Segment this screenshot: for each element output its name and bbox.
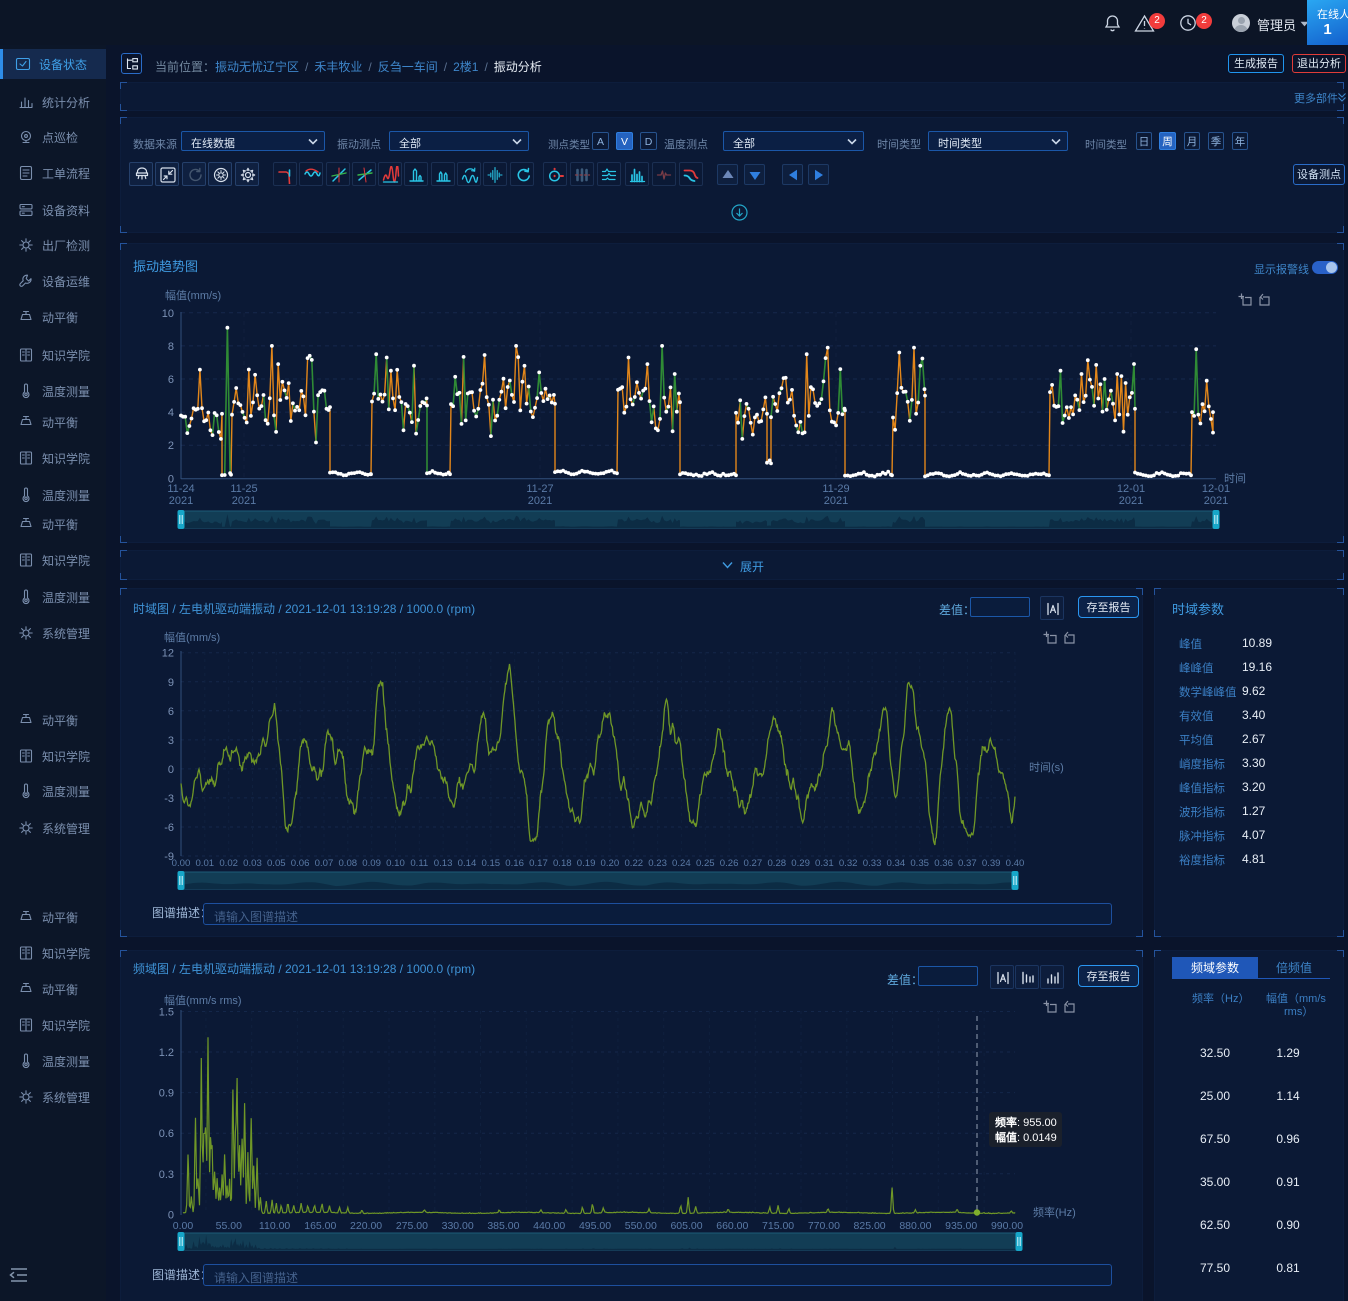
svg-text:11-27: 11-27 [526,483,553,495]
svg-text:1.5: 1.5 [159,1007,174,1019]
svg-text:0.29: 0.29 [791,858,810,869]
svg-text:2: 2 [168,440,174,452]
svg-text:12: 12 [162,648,174,660]
svg-text:0.00: 0.00 [172,858,191,869]
svg-text:0.6: 0.6 [159,1128,174,1140]
svg-text:10: 10 [162,308,174,320]
svg-text:0.03: 0.03 [243,858,262,869]
svg-text:0.10: 0.10 [386,858,405,869]
svg-text:0.02: 0.02 [219,858,238,869]
svg-text:0.32: 0.32 [839,858,858,869]
svg-text:0.09: 0.09 [362,858,381,869]
svg-text:时间: 时间 [1224,472,1246,485]
svg-text:6: 6 [168,706,174,718]
svg-text:880.00: 880.00 [899,1220,931,1232]
svg-text:3: 3 [168,735,174,747]
svg-text:0.07: 0.07 [315,858,334,869]
svg-text:220.00: 220.00 [350,1220,382,1232]
svg-text:0.36: 0.36 [934,858,953,869]
svg-text:0.40: 0.40 [1006,858,1025,869]
svg-text:时间(s): 时间(s) [1029,761,1064,774]
svg-text:11-24: 11-24 [167,483,194,495]
svg-text:2021: 2021 [824,495,848,507]
svg-text:12-01: 12-01 [1117,483,1145,495]
svg-text:2021: 2021 [1204,495,1228,507]
svg-text:0.25: 0.25 [696,858,715,869]
svg-text:0.05: 0.05 [267,858,286,869]
svg-text:幅值: 0.0149: 幅值: 0.0149 [995,1130,1057,1144]
svg-text:825.00: 825.00 [854,1220,886,1232]
svg-text:11-29: 11-29 [822,483,849,495]
svg-text:935.00: 935.00 [945,1220,977,1232]
svg-text:770.00: 770.00 [808,1220,840,1232]
svg-text:330.00: 330.00 [442,1220,474,1232]
svg-text:0.33: 0.33 [863,858,882,869]
svg-text:-3: -3 [164,793,174,805]
svg-text:0.20: 0.20 [601,858,620,869]
svg-text:频率(Hz): 频率(Hz) [1033,1205,1076,1219]
svg-text:0.39: 0.39 [982,858,1001,869]
svg-text:0.06: 0.06 [291,858,310,869]
svg-text:275.00: 275.00 [396,1220,428,1232]
svg-text:0.13: 0.13 [434,858,453,869]
svg-text:440.00: 440.00 [533,1220,565,1232]
svg-text:605.00: 605.00 [670,1220,702,1232]
svg-text:2021: 2021 [232,495,256,507]
svg-text:0.23: 0.23 [648,858,667,869]
svg-text:0.9: 0.9 [159,1088,174,1100]
svg-text:385.00: 385.00 [487,1220,519,1232]
svg-text:550.00: 550.00 [625,1220,657,1232]
svg-text:0.19: 0.19 [577,858,596,869]
svg-text:0.34: 0.34 [887,858,906,869]
svg-text:2021: 2021 [169,495,193,507]
svg-text:8: 8 [168,341,174,353]
svg-text:0.22: 0.22 [624,858,643,869]
svg-text:990.00: 990.00 [991,1220,1023,1232]
svg-text:0.00: 0.00 [173,1220,194,1232]
svg-text:0.28: 0.28 [767,858,786,869]
svg-text:0.26: 0.26 [720,858,739,869]
svg-text:2021: 2021 [528,495,552,507]
svg-text:0: 0 [168,764,174,776]
svg-text:0.15: 0.15 [481,858,500,869]
svg-text:0.24: 0.24 [672,858,691,869]
svg-text:0.31: 0.31 [815,858,834,869]
svg-text:110.00: 110.00 [259,1220,290,1232]
svg-text:0.16: 0.16 [505,858,524,869]
svg-text:0.3: 0.3 [159,1169,174,1181]
svg-text:495.00: 495.00 [579,1220,611,1232]
svg-text:0.11: 0.11 [410,858,428,869]
svg-text:165.00: 165.00 [304,1220,336,1232]
svg-text:0.18: 0.18 [553,858,572,869]
svg-text:0.14: 0.14 [458,858,477,869]
svg-text:11-25: 11-25 [230,483,257,495]
svg-text:660.00: 660.00 [716,1220,748,1232]
svg-text:6: 6 [168,374,174,386]
svg-text:0.17: 0.17 [529,858,548,869]
svg-text:0.37: 0.37 [958,858,977,869]
svg-text:9: 9 [168,677,174,689]
svg-text:0.01: 0.01 [195,858,214,869]
svg-text:0.27: 0.27 [744,858,763,869]
svg-text:-6: -6 [164,822,174,834]
svg-text:55.00: 55.00 [216,1220,242,1232]
svg-text:0.35: 0.35 [910,858,929,869]
svg-text:4: 4 [168,407,174,419]
svg-text:1.2: 1.2 [159,1047,174,1059]
svg-text:2021: 2021 [1119,495,1143,507]
svg-text:715.00: 715.00 [762,1220,794,1232]
svg-text:0.08: 0.08 [338,858,357,869]
svg-text:频率: 955.00: 频率: 955.00 [995,1115,1057,1129]
